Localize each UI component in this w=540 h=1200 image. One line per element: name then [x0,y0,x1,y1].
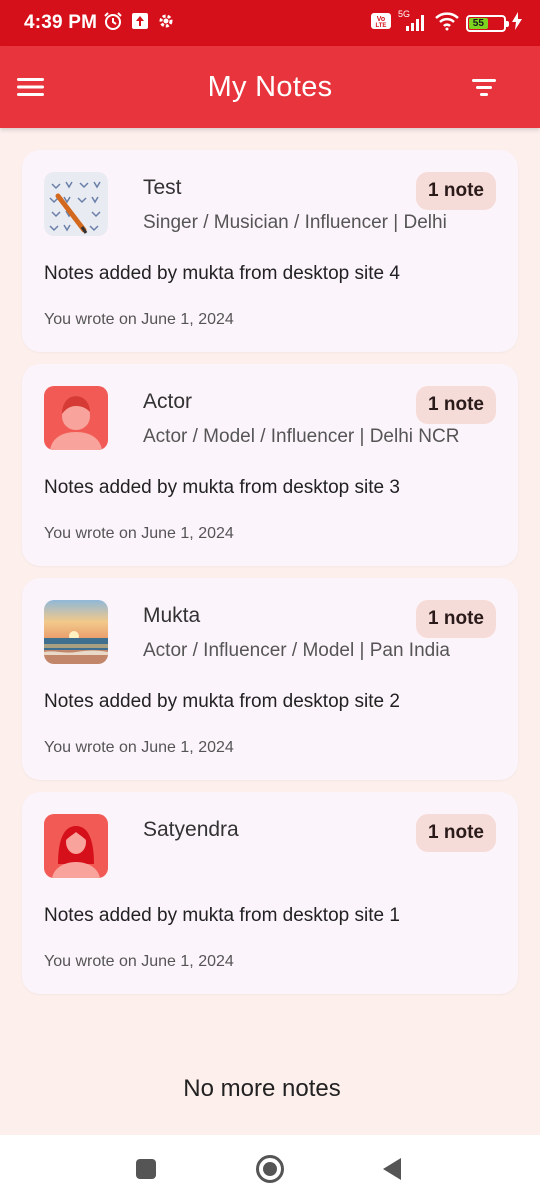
male-placeholder-icon [44,386,108,450]
notebook-photo [44,172,108,236]
back-triangle-icon [383,1158,401,1180]
network-type-label: 5G [398,9,411,19]
avatar [44,814,108,878]
hamburger-menu-icon [17,78,44,96]
app-bar: My Notes [0,46,540,128]
note-text: Notes added by mukta from desktop site 4 [44,263,400,284]
svg-text:Vo: Vo [377,16,385,23]
notes-list: Test Singer / Musician / Influencer | De… [22,150,518,1006]
note-card[interactable]: Mukta Actor / Influencer / Model | Pan I… [22,578,518,780]
note-title: Satyendra [143,818,239,841]
status-left-icons [103,11,175,36]
avatar [44,600,108,664]
battery-level: 55 [469,17,488,29]
filter-icon [472,79,496,96]
charging-icon [512,11,522,35]
battery-icon: 55 [466,14,509,32]
note-date: You wrote on June 1, 2024 [44,953,234,970]
note-title: Actor [143,390,193,413]
filter-button[interactable] [470,72,500,102]
status-time: 4:39 PM [24,12,98,33]
home-circle-icon [256,1155,284,1183]
note-count-badge: 1 note [416,600,496,638]
square-icon [136,1159,156,1179]
note-title: Mukta [143,604,201,627]
note-date: You wrote on June 1, 2024 [44,739,234,756]
svg-text:LTE: LTE [376,23,387,29]
back-button[interactable] [375,1152,409,1186]
note-card[interactable]: Actor Actor / Model / Influencer | Delhi… [22,364,518,566]
sunset-photo [44,600,108,664]
avatar [44,386,108,450]
note-date: You wrote on June 1, 2024 [44,311,234,328]
note-card[interactable]: Satyendra 1 note Notes added by mukta fr… [22,792,518,994]
note-count-badge: 1 note [416,172,496,210]
note-subtitle: Singer / Musician / Influencer | Delhi [143,212,447,233]
note-subtitle: Actor / Model / Influencer | Delhi NCR [143,426,460,447]
note-text: Notes added by mukta from desktop site 1 [44,905,400,926]
status-right: Vo LTE 5G 55 [370,9,522,36]
home-button[interactable] [253,1152,287,1186]
recent-apps-button[interactable] [129,1152,163,1186]
alarm-icon [103,11,123,36]
status-bar: 4:39 PM Vo LTE 5G 55 [0,0,540,46]
female-placeholder-icon [44,814,108,878]
note-count-badge: 1 note [416,814,496,852]
settings-gear-icon [157,12,175,35]
signal-strength-icon: 5G [398,9,428,33]
note-text: Notes added by mukta from desktop site 2 [44,691,400,712]
upload-icon [131,12,149,35]
avatar [44,172,108,236]
wifi-icon [434,11,460,36]
note-title: Test [143,176,182,199]
end-of-list-text: No more notes [183,1075,341,1102]
note-card[interactable]: Test Singer / Musician / Influencer | De… [22,150,518,352]
page-title: My Notes [207,70,333,103]
volte-icon: Vo LTE [370,11,392,36]
note-count-badge: 1 note [416,386,496,424]
note-date: You wrote on June 1, 2024 [44,525,234,542]
note-text: Notes added by mukta from desktop site 3 [44,477,400,498]
note-subtitle: Actor / Influencer / Model | Pan India [143,640,450,661]
menu-button[interactable] [16,72,46,102]
system-nav-bar [0,1135,540,1200]
